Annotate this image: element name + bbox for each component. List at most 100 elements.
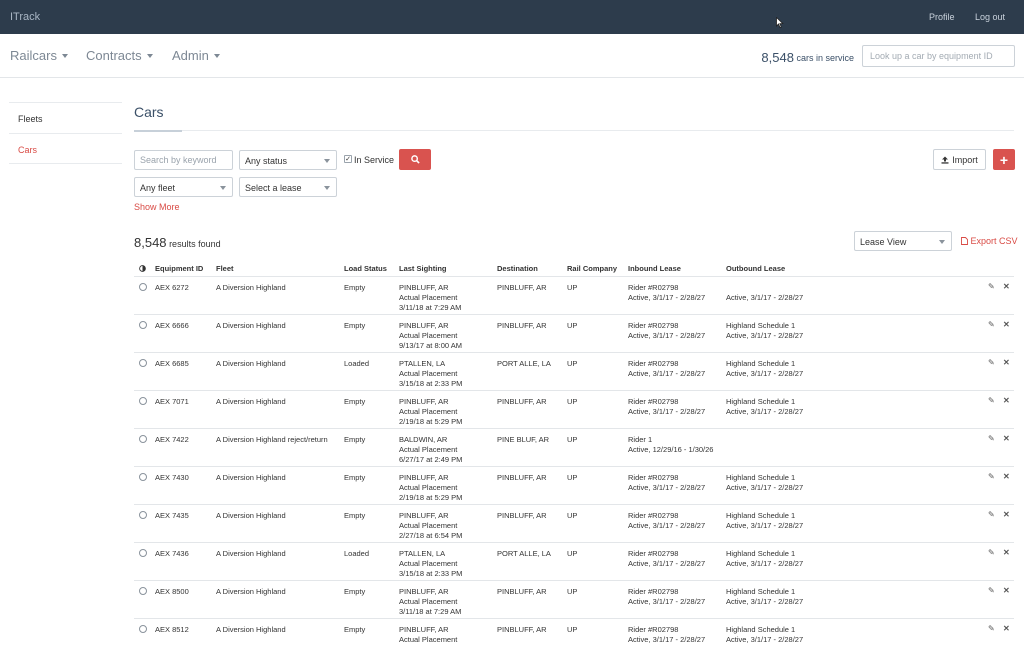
edit-icon[interactable]: ✎ xyxy=(988,358,995,367)
delete-icon[interactable]: ✕ xyxy=(1003,586,1010,595)
header-load-status[interactable]: Load Status xyxy=(344,264,387,273)
cell-fleet: A Diversion Highland xyxy=(216,549,286,558)
row-select-radio[interactable] xyxy=(139,587,147,595)
delete-icon[interactable]: ✕ xyxy=(1003,320,1010,329)
top-bar: ITrack Profile Log out xyxy=(0,0,1024,34)
row-select-radio[interactable] xyxy=(139,625,147,633)
edit-icon[interactable]: ✎ xyxy=(988,624,995,633)
cars-in-service-label: cars in service xyxy=(796,53,854,63)
cell-fleet: A Diversion Highland xyxy=(216,587,286,596)
delete-icon[interactable]: ✕ xyxy=(1003,396,1010,405)
table-row[interactable]: AEX 6685 A Diversion Highland Loaded PORT A… xyxy=(134,352,1014,390)
search-button[interactable] xyxy=(399,149,431,170)
caret-down-icon xyxy=(61,54,68,58)
header-inbound-lease[interactable]: Inbound Lease xyxy=(628,264,681,273)
cell-equipment-id: AEX 7422 xyxy=(155,435,189,444)
status-select[interactable]: Any status xyxy=(239,150,337,170)
header-destination[interactable]: Destination xyxy=(497,264,538,273)
table-row[interactable]: AEX 7435 A Diversion Highland Empty PINBLUF… xyxy=(134,504,1014,542)
edit-icon[interactable]: ✎ xyxy=(988,396,995,405)
row-select-radio[interactable] xyxy=(139,283,147,291)
cell-load-status: Empty xyxy=(344,511,366,520)
delete-icon[interactable]: ✕ xyxy=(1003,624,1010,633)
table-row[interactable]: AEX 7436 A Diversion Highland Loaded PORT A… xyxy=(134,542,1014,580)
delete-icon[interactable]: ✕ xyxy=(1003,358,1010,367)
row-select-radio[interactable] xyxy=(139,359,147,367)
logout-link[interactable]: Log out xyxy=(975,12,1005,22)
cell-destination: PINBLUFF, AR xyxy=(497,397,547,406)
delete-icon[interactable]: ✕ xyxy=(1003,434,1010,443)
table-row[interactable]: AEX 7430 A Diversion Highland Empty PINBLUF… xyxy=(134,466,1014,504)
cell-outbound-lease: Highland Schedule 1 Active, 3/1/17 - 2/28… xyxy=(726,587,803,607)
cell-rail-company: UP xyxy=(567,549,578,558)
lease-select-value: Select a lease xyxy=(245,183,302,193)
cell-last-sighting-line: Actual Placement xyxy=(399,635,458,644)
cars-in-service: 8,548 cars in service xyxy=(761,50,854,65)
cell-inbound-lease-line: Rider #R02798 xyxy=(628,511,679,520)
show-more-link[interactable]: Show More xyxy=(134,202,180,212)
dropdown-arrow-icon xyxy=(324,159,330,163)
import-button[interactable]: Import xyxy=(933,149,986,170)
delete-icon[interactable]: ✕ xyxy=(1003,548,1010,557)
sidebar-item-fleets[interactable]: Fleets xyxy=(9,102,122,133)
cell-last-sighting-line: 6/27/17 at 2:49 PM xyxy=(399,455,463,464)
car-lookup-input[interactable] xyxy=(862,45,1015,67)
keyword-search-input[interactable] xyxy=(134,150,233,170)
nav-admin[interactable]: Admin xyxy=(172,48,220,63)
cell-equipment-id: AEX 6666 xyxy=(155,321,189,330)
cell-outbound-lease: Highland Schedule 1 Active, 3/1/17 - 2/28… xyxy=(726,359,803,379)
nav-contracts[interactable]: Contracts xyxy=(86,48,153,63)
row-select-radio[interactable] xyxy=(139,473,147,481)
row-select-radio[interactable] xyxy=(139,397,147,405)
profile-link[interactable]: Profile xyxy=(929,12,955,22)
select-all-icon[interactable] xyxy=(139,265,146,272)
header-equipment-id[interactable]: Equipment ID xyxy=(155,264,203,273)
nav-railcars[interactable]: Railcars xyxy=(10,48,68,63)
cell-outbound-lease-line: Active, 3/1/17 - 2/28/27 xyxy=(726,331,804,340)
row-select-radio[interactable] xyxy=(139,435,147,443)
table-row[interactable]: AEX 7422 A Diversion Highland reject/retu… xyxy=(134,428,1014,466)
cell-last-sighting: PINBLUFF, AR Actual Placement 2/19/18 at 5… xyxy=(399,397,462,427)
in-service-checkbox[interactable]: ✓ xyxy=(344,155,352,163)
edit-icon[interactable]: ✎ xyxy=(988,586,995,595)
table-row[interactable]: AEX 8500 A Diversion Highland Empty PINBLUF… xyxy=(134,580,1014,618)
edit-icon[interactable]: ✎ xyxy=(988,510,995,519)
add-car-button[interactable]: + xyxy=(993,149,1015,170)
header-rail-company[interactable]: Rail Company xyxy=(567,264,617,273)
edit-icon[interactable]: ✎ xyxy=(988,320,995,329)
row-select-radio[interactable] xyxy=(139,549,147,557)
nav-contracts-label: Contracts xyxy=(86,48,142,63)
cell-inbound-lease-line: Rider #R02798 xyxy=(628,359,679,368)
table-row[interactable]: AEX 7071 A Diversion Highland Empty PINBLUF… xyxy=(134,390,1014,428)
export-csv-link[interactable]: Export CSV xyxy=(961,236,1018,246)
cell-inbound-lease-line: Rider #R02798 xyxy=(628,549,679,558)
sidebar-item-cars[interactable]: Cars xyxy=(9,133,122,164)
header-outbound-lease[interactable]: Outbound Lease xyxy=(726,264,785,273)
edit-icon[interactable]: ✎ xyxy=(988,548,995,557)
cell-rail-company: UP xyxy=(567,321,578,330)
cell-load-status: Empty xyxy=(344,397,366,406)
table-row[interactable]: AEX 8512 A Diversion Highland Empty PINBLUF… xyxy=(134,618,1014,656)
row-select-radio[interactable] xyxy=(139,321,147,329)
edit-icon[interactable]: ✎ xyxy=(988,282,995,291)
view-select[interactable]: Lease View xyxy=(854,231,952,251)
lease-select[interactable]: Select a lease xyxy=(239,177,337,197)
delete-icon[interactable]: ✕ xyxy=(1003,472,1010,481)
delete-icon[interactable]: ✕ xyxy=(1003,282,1010,291)
fleet-select[interactable]: Any fleet xyxy=(134,177,233,197)
edit-icon[interactable]: ✎ xyxy=(988,434,995,443)
results-label: results found xyxy=(169,239,221,249)
delete-icon[interactable]: ✕ xyxy=(1003,510,1010,519)
cell-last-sighting-line: Actual Placement xyxy=(399,331,458,340)
cell-outbound-lease: Highland Schedule 1 Active, 3/1/17 - 2/28… xyxy=(726,397,803,417)
in-service-label: In Service xyxy=(354,155,395,165)
cell-rail-company: UP xyxy=(567,283,578,292)
table-row[interactable]: AEX 6272 A Diversion Highland Empty PINBLUF… xyxy=(134,276,1014,314)
table-row[interactable]: AEX 6666 A Diversion Highland Empty PINBLUF… xyxy=(134,314,1014,352)
edit-icon[interactable]: ✎ xyxy=(988,472,995,481)
header-last-sighting[interactable]: Last Sighting xyxy=(399,264,447,273)
app-brand[interactable]: ITrack xyxy=(10,11,40,23)
header-fleet[interactable]: Fleet xyxy=(216,264,234,273)
row-select-radio[interactable] xyxy=(139,511,147,519)
cell-last-sighting-line: 2/27/18 at 6:54 PM xyxy=(399,531,463,540)
